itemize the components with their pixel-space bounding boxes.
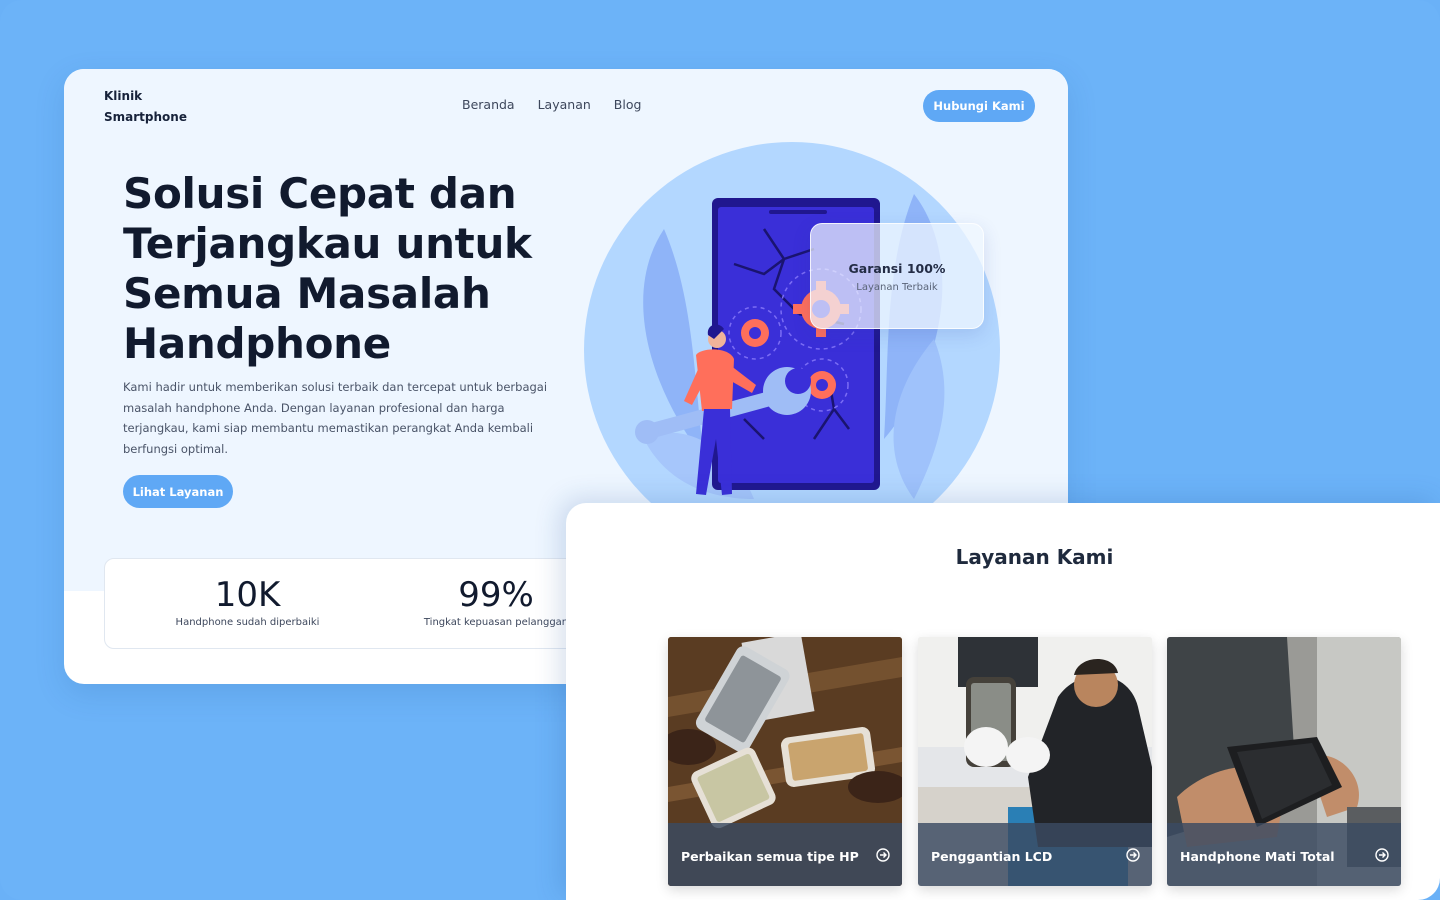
warranty-badge: Garansi 100% Layanan Terbaik [810,223,984,329]
badge-subtitle: Layanan Terbaik [856,282,938,293]
service-card-dead-phone[interactable]: Handphone Mati Total [1167,637,1401,886]
arrow-right-circle-icon[interactable] [1126,848,1140,862]
stat-repaired: 10K Handphone sudah diperbaiki [170,573,325,628]
service-label: Penggantian LCD [931,849,1053,864]
service-label: Handphone Mati Total [1180,849,1335,864]
badge-title: Garansi 100% [848,261,946,276]
service-label: Perbaikan semua tipe HP [681,849,859,864]
nav-link-beranda[interactable]: Beranda [462,97,515,112]
nav-link-blog[interactable]: Blog [614,97,642,112]
services-title: Layanan Kami [955,545,1114,569]
hero-description: Kami hadir untuk memberikan solusi terba… [123,380,548,456]
stat-value: 99% [458,575,534,615]
hero-title-line: Semua Masalah [123,269,491,318]
nav-link-layanan[interactable]: Layanan [538,97,591,112]
contact-button[interactable]: Hubungi Kami [923,90,1035,122]
hero-title: Solusi Cepat dan Terjangkau untuk Semua … [123,169,583,369]
hero-title-line: Handphone [123,319,391,368]
brand-line-2: Smartphone [104,110,187,124]
service-card-lcd-replacement[interactable]: Penggantian LCD [918,637,1152,886]
stat-label: Handphone sudah diperbaiki [175,617,320,628]
stat-satisfaction: 99% Tingkat kepuasan pelanggan [419,573,573,628]
hero-title-line: Solusi Cepat dan [123,169,517,218]
view-services-button[interactable]: Lihat Layanan [123,475,233,508]
hero-title-line: Terjangkau untuk [123,219,532,268]
arrow-right-circle-icon[interactable] [876,848,890,862]
services-card: Layanan Kami Perbaikan semua tipe HP Pen… [566,503,1440,900]
stats-panel: 10K Handphone sudah diperbaiki 99% Tingk… [104,558,624,649]
brand-line-1: Klinik [104,89,143,103]
canvas-background: Klinik Smartphone Beranda Layanan Blog H… [0,0,1440,900]
stat-label: Tingkat kepuasan pelanggan [423,617,569,628]
arrow-right-circle-icon[interactable] [1375,848,1389,862]
service-card-all-phones[interactable]: Perbaikan semua tipe HP [668,637,902,886]
main-nav: Beranda Layanan Blog [462,97,641,112]
brand-logo[interactable]: Klinik Smartphone [104,86,214,128]
stat-value: 10K [214,575,281,615]
